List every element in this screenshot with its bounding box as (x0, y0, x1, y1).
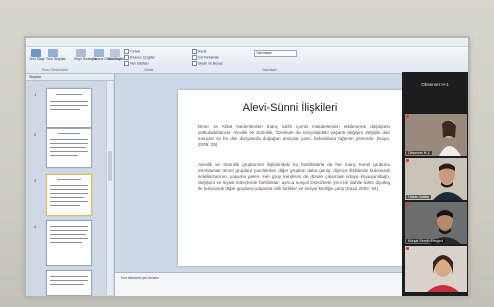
notes-page-button[interactable]: Not Sayfası (108, 49, 126, 65)
checkbox-icon (124, 61, 129, 66)
group-label-zoom: Yakınlaştır (262, 68, 277, 72)
black-white-check[interactable]: Siyah ve Beyaz (192, 61, 223, 66)
participant-tile[interactable]: Observer H-1 (405, 114, 467, 156)
slide-thumbnail-selected[interactable] (46, 174, 92, 216)
grayscale-check[interactable]: Gri Tonlamalı (192, 55, 219, 60)
slide-thumbnail[interactable] (46, 270, 92, 296)
slides-pane: Slaytlar 1 2 3 4 (26, 74, 115, 296)
participant-tile[interactable]: Hasan Atalay (405, 158, 467, 200)
reading-view-button[interactable]: Okuma Görünümü (92, 49, 121, 65)
participant-tile[interactable] (405, 246, 467, 292)
participant-tile[interactable]: Kürşat Semih Ertuğrul (405, 202, 467, 244)
mic-muted-icon (406, 159, 409, 162)
color-check[interactable]: Renk (192, 49, 206, 54)
scrollbar-thumb[interactable] (108, 151, 112, 181)
all-slides-icon (48, 49, 58, 57)
checkbox-icon (192, 49, 197, 54)
participant-video-icon (405, 246, 467, 292)
thumbnail-scrollbar[interactable] (106, 81, 113, 295)
notes-pane[interactable]: Not eklemek için tıklatın (115, 272, 404, 296)
participant-video-icon (405, 158, 467, 200)
ribbon: Yeni Slayt Tüm Slaytlar Slayt Sıralayıcı… (26, 47, 468, 74)
group-label-views: Sunu Görünümleri (42, 68, 68, 72)
checkbox-icon (192, 61, 197, 66)
all-slides-button[interactable]: Tüm Slaytlar (46, 49, 66, 65)
checkbox-icon (124, 55, 129, 60)
ruler-check[interactable]: Cetvel (124, 49, 140, 54)
slide-sorter-button[interactable]: Slayt Sıralayıcı (74, 49, 97, 65)
zoom-select[interactable]: Yakınlaştır (254, 50, 297, 57)
new-slide-button[interactable]: Yeni Slayt (29, 49, 44, 65)
participant-video-icon (405, 202, 467, 244)
group-label-show: Göster (144, 68, 154, 72)
notes-page-icon (110, 49, 120, 57)
mic-muted-icon (406, 203, 409, 206)
slide-paragraph-1[interactable]: Diner ve Ahlat Nedenlerden İnanç tarihi … (198, 124, 390, 148)
app-window: Dosya Giriş Ekle Tasarım Animasyonlar Sl… (26, 38, 468, 296)
observer-label: Observer H-1 (421, 82, 449, 87)
slide-thumbnail[interactable] (46, 88, 92, 128)
tab-slides[interactable]: Slaytlar (26, 74, 114, 81)
mic-muted-icon (406, 247, 409, 250)
video-participants-panel: Observer H-1 Observer H-1 Hasan Atalay K… (402, 72, 468, 296)
notes-placeholder: Not eklemek için tıklatın (121, 276, 159, 280)
checkbox-icon (124, 49, 129, 54)
notes-check[interactable]: Not Sayfası (124, 61, 149, 66)
slide-thumbnail[interactable] (46, 220, 92, 266)
menu-bar: Dosya Giriş Ekle Tasarım Animasyonlar Sl… (26, 38, 468, 52)
gridlines-check[interactable]: Kılavuz Çizgiler (124, 55, 155, 60)
new-slide-icon (31, 49, 41, 57)
slide-editor: Alevi-Sünni İlişkileri Diner ve Ahlat Ne… (115, 74, 404, 296)
participant-video-icon (405, 114, 467, 156)
slide-paragraph-2[interactable]: Alevilik ve Sünnilik gruplarının ilişkis… (198, 162, 390, 192)
slide-canvas[interactable]: Alevi-Sünni İlişkileri Diner ve Ahlat Ne… (178, 90, 402, 266)
slide-thumbnail[interactable] (46, 128, 92, 168)
checkbox-icon (192, 55, 197, 60)
reading-view-icon (94, 49, 104, 57)
slide-sorter-icon (76, 49, 86, 57)
mic-muted-icon (406, 115, 409, 118)
slide-title[interactable]: Alevi-Sünni İlişkileri (178, 102, 402, 114)
